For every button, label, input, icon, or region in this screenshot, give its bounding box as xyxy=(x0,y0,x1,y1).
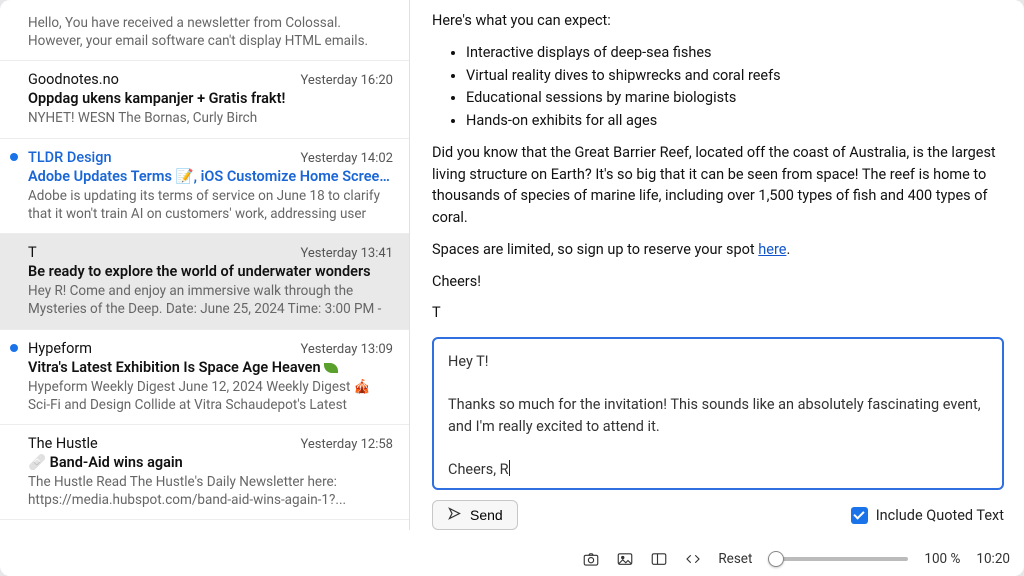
message-subject: Oppdag ukens kampanjer + Gratis frakt! xyxy=(28,90,393,107)
compose-line-3: Cheers, R xyxy=(448,461,509,478)
message-list: Hello, You have received a newsletter fr… xyxy=(0,0,410,530)
message-header-row: Hypeform Yesterday 13:09 xyxy=(28,340,393,357)
message-preview: NYHET! WESN The Bornas, Curly Birch xyxy=(28,109,393,127)
compose-textarea[interactable]: Hey T! Thanks so much for the invitation… xyxy=(432,337,1004,490)
message-item[interactable]: Goodnotes.no Yesterday 16:20 Oppdag ukens … xyxy=(0,61,409,138)
compose-line-1: Hey T! xyxy=(448,351,988,373)
message-time: Yesterday 16:20 xyxy=(301,73,394,88)
signup-pre: Spaces are limited, so sign up to reserv… xyxy=(432,241,758,258)
message-time: Yesterday 14:02 xyxy=(301,151,394,166)
unread-dot-icon xyxy=(10,153,18,161)
camera-icon[interactable] xyxy=(582,550,600,568)
send-button[interactable]: Send xyxy=(432,500,518,530)
message-time: Yesterday 13:41 xyxy=(301,246,394,261)
message-sender: Goodnotes.no xyxy=(28,71,119,88)
message-sender: Hypeform xyxy=(28,340,92,357)
compose-line-2: Thanks so much for the invitation! This … xyxy=(448,394,988,438)
reset-button[interactable]: Reset xyxy=(718,551,752,567)
bullet-item: Interactive displays of deep-sea fishes xyxy=(466,42,1004,64)
message-subject: Adobe Updates Terms 📝, iOS Customize Hom… xyxy=(28,168,393,185)
include-quoted-label: Include Quoted Text xyxy=(876,507,1004,524)
unread-dot-icon xyxy=(10,344,18,352)
bullet-item: Educational sessions by marine biologist… xyxy=(466,87,1004,109)
panel-icon[interactable] xyxy=(650,550,668,568)
message-item[interactable]: T Yesterday 13:41 Be ready to explore the … xyxy=(0,234,409,329)
message-subject: Be ready to explore the world of underwa… xyxy=(28,263,393,280)
zoom-value: 100 % xyxy=(924,551,960,567)
signup-post: . xyxy=(786,241,790,258)
bullet-item: Virtual reality dives to shipwrecks and … xyxy=(466,65,1004,87)
send-label: Send xyxy=(470,507,503,523)
zoom-slider[interactable] xyxy=(768,557,908,561)
bullet-item: Hands-on exhibits for all ages xyxy=(466,110,1004,132)
checkbox-checked-icon xyxy=(851,507,868,524)
message-header-row: TLDR Design Yesterday 14:02 xyxy=(28,149,393,166)
status-bar: Reset 100 % 10:20 xyxy=(582,550,1010,568)
message-item[interactable]: The Hustle Yesterday 12:58 🩹 Band-Aid wins… xyxy=(0,425,409,520)
message-sender: TLDR Design xyxy=(28,149,112,166)
body-paragraph: Did you know that the Great Barrier Reef… xyxy=(432,142,1004,229)
message-preview: Adobe is updating its terms of service o… xyxy=(28,187,393,223)
message-preview: Hey R! Come and enjoy an immersive walk … xyxy=(28,282,393,318)
message-header-row: The Hustle Yesterday 12:58 xyxy=(28,435,393,452)
slider-knob[interactable] xyxy=(768,551,784,567)
body-intro: Here's what you can expect: xyxy=(432,10,1004,32)
clock: 10:20 xyxy=(976,551,1010,567)
leaf-icon xyxy=(324,363,338,373)
message-sender: The Hustle xyxy=(28,435,98,452)
body-signup: Spaces are limited, so sign up to reserv… xyxy=(432,239,1004,261)
image-icon[interactable] xyxy=(616,550,634,568)
message-header-row: Goodnotes.no Yesterday 16:20 xyxy=(28,71,393,88)
message-subject: 🩹 Band-Aid wins again xyxy=(28,454,393,471)
include-quoted-toggle[interactable]: Include Quoted Text xyxy=(851,507,1004,524)
body-signature: T xyxy=(432,302,1004,320)
message-item[interactable]: Hypeform Yesterday 13:09 Vitra's Latest Ex… xyxy=(0,330,409,425)
email-body: Here's what you can expect: Interactive … xyxy=(432,0,1004,321)
message-sender: T xyxy=(28,244,37,261)
message-time: Yesterday 13:09 xyxy=(301,342,394,357)
message-preview: Hypeform Weekly Digest June 12, 2024 Wee… xyxy=(28,378,393,414)
message-preview: Hello, You have received a newsletter fr… xyxy=(28,14,393,50)
message-preview: The Hustle Read The Hustle's Daily Newsl… xyxy=(28,473,393,509)
app-window: Hello, You have received a newsletter fr… xyxy=(0,0,1024,576)
send-icon xyxy=(447,506,462,524)
compose-actions: Send Include Quoted Text xyxy=(432,500,1004,530)
body-bullets: Interactive displays of deep-sea fishesV… xyxy=(466,42,1004,132)
signup-link[interactable]: here xyxy=(758,241,786,258)
message-time: Yesterday 12:58 xyxy=(301,437,394,452)
code-icon[interactable] xyxy=(684,550,702,568)
split-pane: Hello, You have received a newsletter fr… xyxy=(0,0,1024,530)
text-caret xyxy=(509,460,510,476)
message-item[interactable]: TLDR Design Yesterday 14:02 Adobe Updates … xyxy=(0,139,409,234)
reading-pane: Here's what you can expect: Interactive … xyxy=(410,0,1024,530)
message-header-row: T Yesterday 13:41 xyxy=(28,244,393,261)
body-cheers: Cheers! xyxy=(432,271,1004,293)
message-subject: Vitra's Latest Exhibition Is Space Age H… xyxy=(28,359,393,376)
message-item[interactable]: Hello, You have received a newsletter fr… xyxy=(0,0,409,61)
